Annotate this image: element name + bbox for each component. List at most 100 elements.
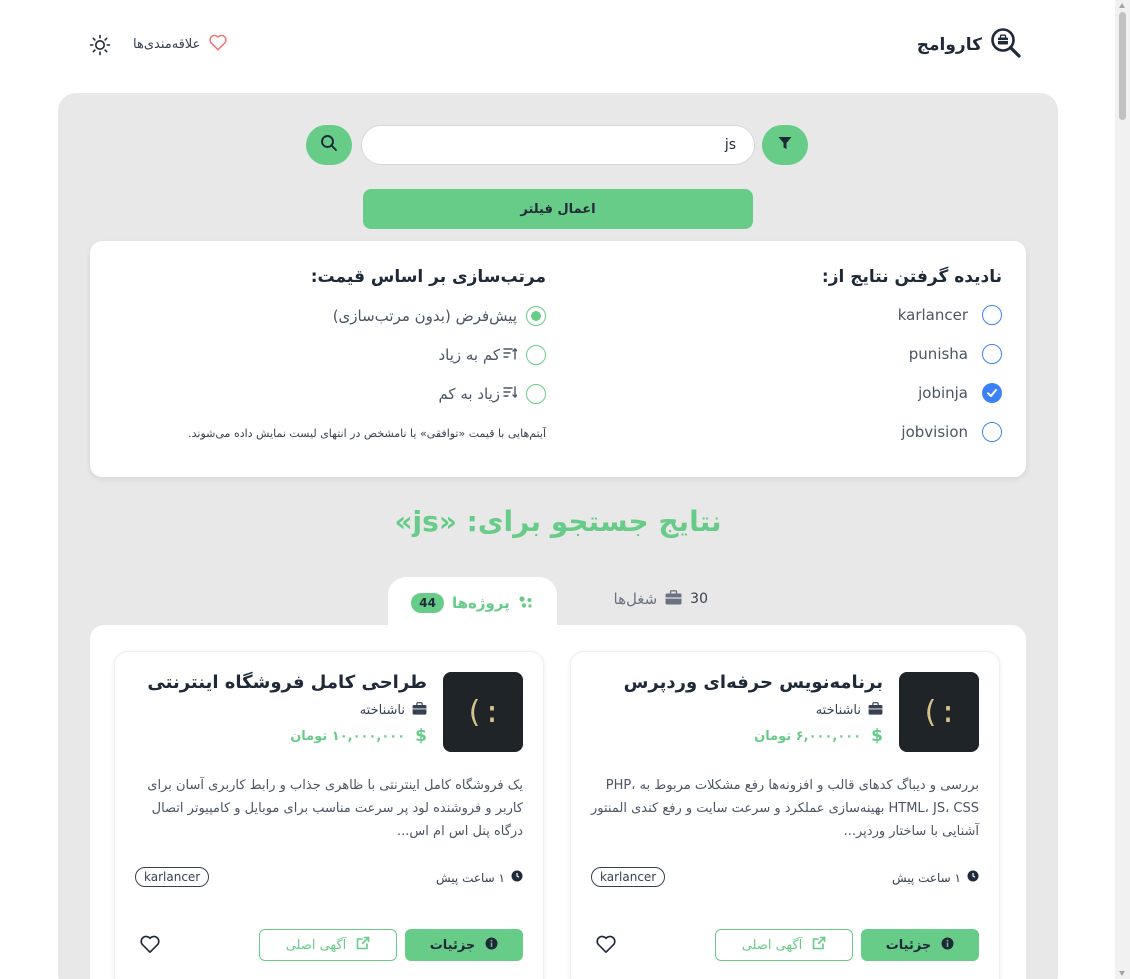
funnel-icon <box>777 135 793 155</box>
results-panel: :) برنامه‌نویس حرفه‌ای وردپرس ناشناخته $… <box>90 625 1026 979</box>
favorite-button[interactable] <box>595 934 617 956</box>
briefcase-icon <box>665 589 682 609</box>
source-option-punisha[interactable]: punisha <box>852 344 1002 364</box>
sort-option-desc[interactable]: زیاد به کم <box>438 384 546 404</box>
tab-label: پروژه‌ها <box>451 594 510 612</box>
company-logo: :) <box>443 672 523 752</box>
radio[interactable] <box>526 384 546 404</box>
card-title[interactable]: طراحی کامل فروشگاه اینترنتی <box>147 672 427 693</box>
search-input[interactable] <box>361 125 755 165</box>
ignore-sources-title: نادیده گرفتن نتایج از: <box>821 267 1002 287</box>
main-panel: اعمال فیلتر نادیده گرفتن نتایج از: مرتب‌… <box>58 93 1058 979</box>
original-ad-button[interactable]: آگهی اصلی <box>715 929 853 961</box>
sort-desc-icon <box>503 385 518 403</box>
briefcase-icon <box>868 702 883 719</box>
source-option-jobvision[interactable]: jobvision <box>852 422 1002 442</box>
details-button[interactable]: جزئیات <box>861 929 979 961</box>
sort-option-default[interactable]: پیش‌فرض (بدون مرتب‌سازی) <box>333 306 546 326</box>
favorites-link[interactable]: علاقه‌مندی‌ها <box>133 33 228 55</box>
checkbox[interactable] <box>982 344 1002 364</box>
dollar-icon: $ <box>415 726 427 746</box>
top-header: کاروامج علاقه‌مندی‌ها <box>0 0 1115 90</box>
briefcase-icon <box>412 702 427 719</box>
results-title: نتایج جستجو برای: «js» <box>394 505 722 538</box>
sort-note: آیتم‌هایی با قیمت «توافقی» یا نامشخص در … <box>188 427 546 440</box>
sort-option-asc[interactable]: کم به زیاد <box>438 345 546 365</box>
tab-count: 30 <box>690 591 708 607</box>
external-link-icon <box>812 936 826 954</box>
price-value: ۱۰,۰۰۰,۰۰۰ تومان <box>290 728 406 744</box>
filter-toggle-button[interactable] <box>762 125 808 165</box>
original-ad-button[interactable]: آگهی اصلی <box>259 929 397 961</box>
favorites-label: علاقه‌مندی‌ها <box>133 36 201 52</box>
details-label: جزئیات <box>885 937 932 953</box>
checkbox[interactable] <box>982 305 1002 325</box>
source-badge: karlancer <box>591 867 666 887</box>
source-label: jobinja <box>918 384 968 402</box>
clock-icon <box>511 870 523 885</box>
time-label: ۱ ساعت پیش <box>436 870 505 885</box>
search-button[interactable] <box>306 125 352 165</box>
original-label: آگهی اصلی <box>741 937 803 953</box>
time-label: ۱ ساعت پیش <box>892 870 961 885</box>
card-title[interactable]: برنامه‌نویس حرفه‌ای وردپرس <box>624 672 883 693</box>
company-name: ناشناخته <box>359 703 405 718</box>
source-badge: karlancer <box>135 867 210 887</box>
card-time: ۱ ساعت پیش <box>892 870 979 885</box>
external-link-icon <box>356 936 370 954</box>
sort-label: کم به زیاد <box>438 346 518 364</box>
card-company: ناشناخته <box>816 702 883 719</box>
heart-outline-icon <box>139 935 161 958</box>
tab-jobs[interactable]: 30 شغل‌ها <box>588 587 708 611</box>
sort-asc-icon <box>503 346 518 364</box>
radio-selected[interactable] <box>526 306 546 326</box>
card-description: بررسی و دیباگ کدهای قالب و افزونه‌ها رفع… <box>591 778 979 839</box>
tab-count: 44 <box>411 593 444 613</box>
tab-label: شغل‌ها <box>613 590 658 608</box>
info-icon <box>941 937 954 954</box>
sort-label: زیاد به کم <box>438 385 518 403</box>
brand[interactable]: کاروامج <box>917 27 1022 63</box>
info-icon <box>485 937 498 954</box>
radio[interactable] <box>526 345 546 365</box>
apply-filter-button[interactable]: اعمال فیلتر <box>363 189 753 229</box>
scroll-thumb[interactable] <box>1119 12 1126 120</box>
page-scrollbar[interactable] <box>1115 0 1130 979</box>
heart-icon <box>208 33 228 55</box>
project-card: :) طراحی کامل فروشگاه اینترنتی ناشناخته … <box>114 651 544 979</box>
details-button[interactable]: جزئیات <box>405 929 523 961</box>
search-row <box>306 124 808 166</box>
sun-icon <box>89 34 111 60</box>
scroll-down-arrow[interactable] <box>1119 971 1125 976</box>
search-briefcase-icon <box>990 27 1022 63</box>
checkbox-checked[interactable] <box>982 383 1002 403</box>
card-description: یک فروشگاه کامل اینترنتی با ظاهری جذاب و… <box>147 778 523 839</box>
brand-name: کاروامج <box>916 35 982 55</box>
original-label: آگهی اصلی <box>285 937 347 953</box>
dollar-icon: $ <box>871 726 883 746</box>
source-option-jobinja[interactable]: jobinja <box>852 383 1002 403</box>
source-option-karlancer[interactable]: karlancer <box>852 305 1002 325</box>
card-price: $ ۶,۰۰۰,۰۰۰ تومان <box>754 726 883 746</box>
source-label: karlancer <box>897 306 968 324</box>
source-label: punisha <box>908 345 968 363</box>
details-label: جزئیات <box>429 937 476 953</box>
search-icon <box>320 134 338 156</box>
source-label: jobvision <box>901 423 968 441</box>
puzzle-icon <box>518 594 534 613</box>
company-logo: :) <box>899 672 979 752</box>
card-time: ۱ ساعت پیش <box>436 870 523 885</box>
company-name: ناشناخته <box>815 703 861 718</box>
tab-projects[interactable]: پروژه‌ها 44 <box>388 577 557 629</box>
clock-icon <box>967 870 979 885</box>
price-value: ۶,۰۰۰,۰۰۰ تومان <box>754 728 862 744</box>
filter-card: نادیده گرفتن نتایج از: مرتب‌سازی بر اساس… <box>90 241 1026 477</box>
heart-outline-icon <box>595 935 617 958</box>
theme-toggle-button[interactable] <box>89 34 111 56</box>
checkbox[interactable] <box>982 422 1002 442</box>
scroll-up-arrow[interactable] <box>1119 3 1125 8</box>
card-company: ناشناخته <box>360 702 427 719</box>
card-price: $ ۱۰,۰۰۰,۰۰۰ تومان <box>290 726 427 746</box>
favorite-button[interactable] <box>139 934 161 956</box>
sort-label: پیش‌فرض (بدون مرتب‌سازی) <box>332 307 517 325</box>
